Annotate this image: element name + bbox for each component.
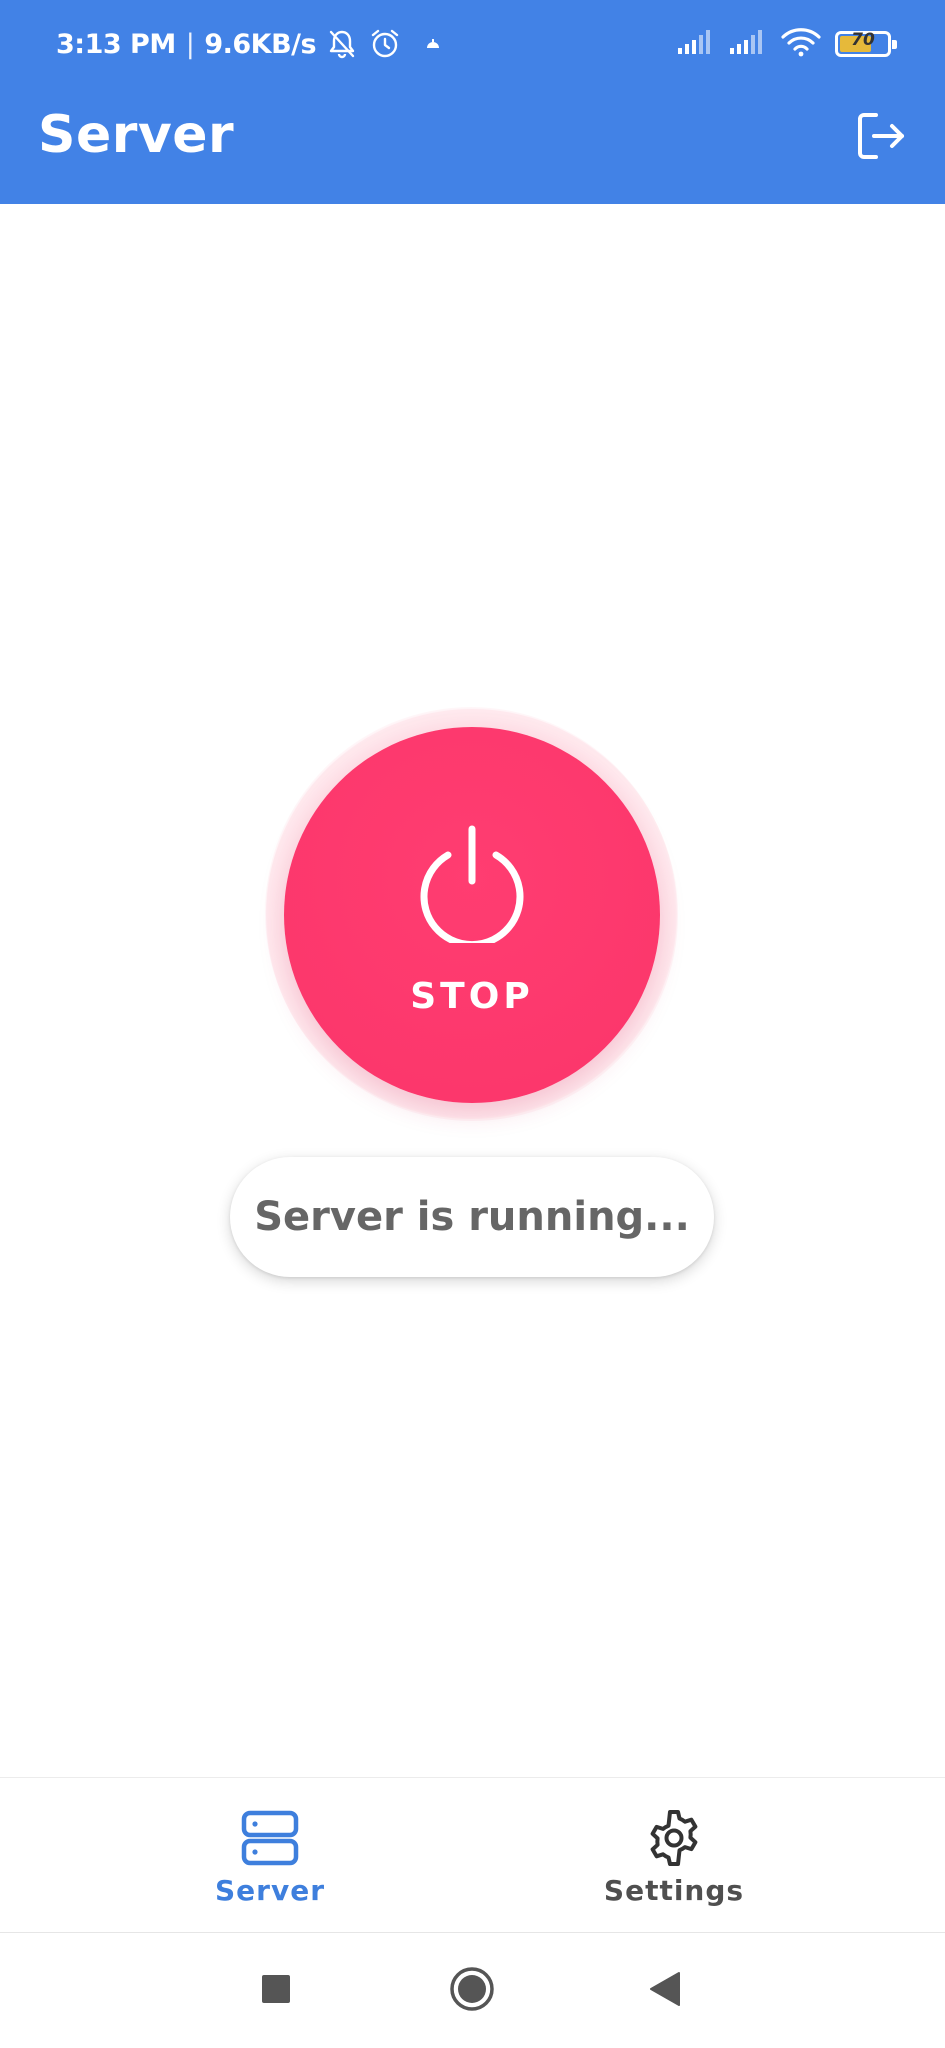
status-bar-left: 3:13 PM | 9.6KB/s bbox=[56, 22, 442, 66]
logout-button[interactable] bbox=[851, 108, 911, 168]
status-separator: | bbox=[185, 28, 195, 60]
nav-label-server: Server bbox=[214, 1874, 325, 1907]
status-message-pill: Server is running... bbox=[230, 1157, 714, 1277]
battery-nub bbox=[892, 40, 897, 49]
notification-icon bbox=[424, 36, 442, 52]
page-title: Server bbox=[38, 105, 235, 165]
network-speed: 9.6KB/s bbox=[204, 28, 317, 60]
nav-item-server[interactable]: Server bbox=[120, 1778, 420, 1934]
stop-label: STOP bbox=[410, 976, 534, 1017]
logout-icon bbox=[854, 109, 908, 168]
status-time: 3:13 PM bbox=[56, 28, 176, 60]
signal-icon bbox=[677, 29, 715, 60]
battery-percent: 70 bbox=[851, 30, 875, 50]
nav-item-settings[interactable]: Settings bbox=[524, 1778, 824, 1934]
battery-icon: 70 bbox=[835, 30, 897, 57]
back-triangle-icon bbox=[649, 1971, 681, 2011]
nav-label-settings: Settings bbox=[603, 1874, 745, 1907]
status-message: Server is running... bbox=[254, 1194, 690, 1240]
circle-icon bbox=[449, 1966, 495, 2017]
gear-icon bbox=[644, 1808, 704, 1868]
signal-icon-2 bbox=[729, 29, 767, 60]
server-icon bbox=[241, 1808, 299, 1868]
alarm-icon bbox=[368, 27, 402, 61]
status-bar-right: 70 bbox=[677, 24, 897, 64]
square-icon bbox=[261, 1974, 291, 2009]
stop-server-button[interactable]: STOP bbox=[284, 727, 660, 1103]
bottom-navigation: Server Settings bbox=[0, 1777, 945, 1933]
recents-button[interactable] bbox=[243, 1958, 309, 2024]
wifi-icon bbox=[781, 27, 821, 62]
back-button[interactable] bbox=[632, 1958, 698, 2024]
power-icon bbox=[416, 823, 528, 949]
bell-muted-icon bbox=[326, 28, 358, 60]
app-screen: 3:13 PM | 9.6KB/s 70 Server STOP Server … bbox=[0, 0, 945, 2048]
status-bar: 3:13 PM | 9.6KB/s 70 bbox=[0, 0, 945, 88]
home-button[interactable] bbox=[439, 1958, 505, 2024]
system-navigation-bar bbox=[0, 1934, 945, 2048]
